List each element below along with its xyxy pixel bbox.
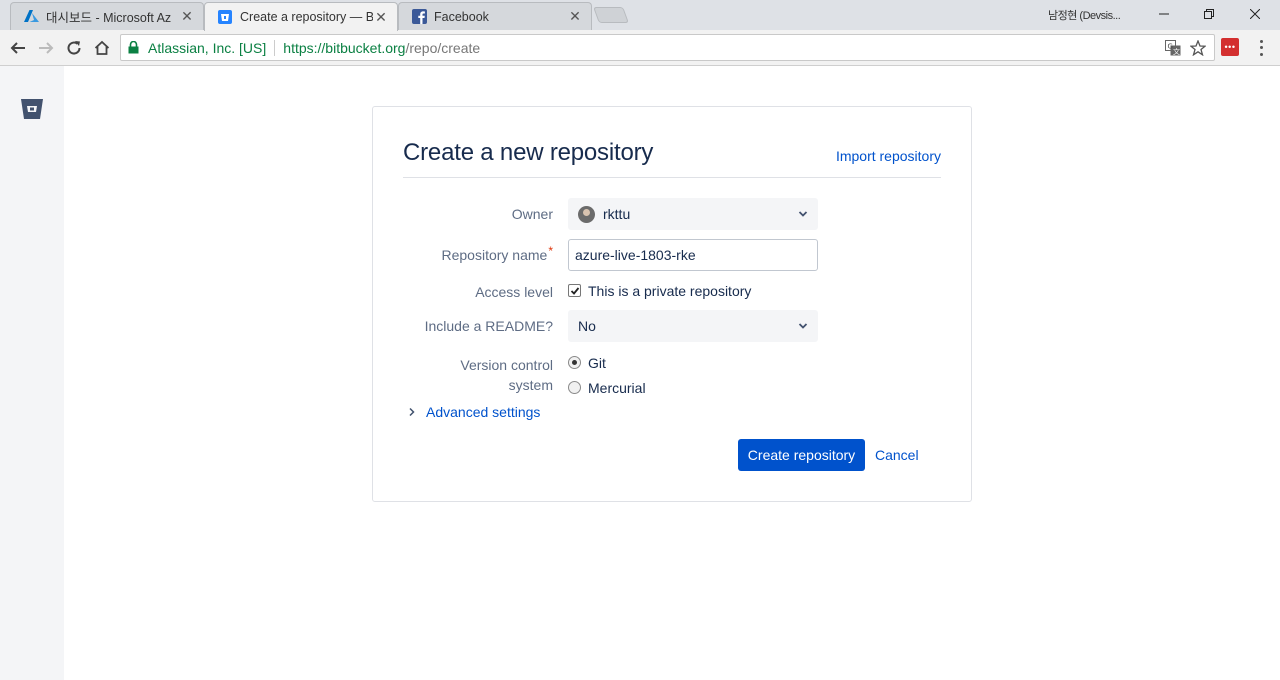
title-divider bbox=[403, 177, 941, 178]
vcs-radio-git[interactable] bbox=[568, 356, 581, 369]
bookmark-star-icon[interactable] bbox=[1189, 39, 1207, 57]
repository-name-label: Repository name* bbox=[441, 244, 554, 263]
version-control-label-line1: Version control bbox=[460, 357, 553, 373]
create-repository-button[interactable]: Create repository bbox=[738, 439, 865, 471]
import-repository-link[interactable]: Import repository bbox=[836, 148, 941, 164]
chevron-down-icon bbox=[798, 211, 808, 217]
tab-azure-dashboard[interactable]: 대시보드 - Microsoft Az ✕ bbox=[10, 2, 204, 30]
home-icon[interactable] bbox=[91, 37, 113, 59]
tab-facebook[interactable]: Facebook ✕ bbox=[398, 2, 592, 30]
svg-text:文: 文 bbox=[1173, 47, 1180, 56]
owner-select[interactable]: rkttu bbox=[568, 198, 818, 230]
browser-menu-icon[interactable] bbox=[1256, 38, 1266, 58]
browser-tab-strip: 대시보드 - Microsoft Az ✕ Create a repositor… bbox=[0, 0, 1280, 31]
extension-icon[interactable]: ••• bbox=[1221, 38, 1239, 56]
bitbucket-logo-icon[interactable] bbox=[20, 98, 44, 120]
chevron-right-icon bbox=[409, 407, 415, 417]
avatar bbox=[578, 205, 595, 223]
access-level-label: Access level bbox=[475, 284, 553, 300]
lock-icon bbox=[128, 41, 140, 55]
address-separator bbox=[274, 39, 276, 56]
chevron-down-icon bbox=[798, 323, 808, 329]
required-marker: * bbox=[548, 244, 553, 258]
create-repository-card: Create a new repository Import repositor… bbox=[372, 106, 972, 502]
owner-label: Owner bbox=[511, 206, 553, 222]
advanced-settings-toggle[interactable]: Advanced settings bbox=[407, 404, 540, 420]
advanced-settings-label: Advanced settings bbox=[426, 404, 541, 420]
url-host: https://bitbucket.org bbox=[283, 39, 406, 56]
close-icon[interactable]: ✕ bbox=[373, 9, 389, 25]
browser-toolbar: Atlassian, Inc. [US] https://bitbucket.o… bbox=[0, 30, 1280, 66]
owner-value: rkttu bbox=[603, 206, 631, 222]
site-identity[interactable]: Atlassian, Inc. [US] bbox=[148, 40, 266, 56]
forward-arrow-icon[interactable] bbox=[35, 37, 57, 59]
close-icon[interactable]: ✕ bbox=[567, 8, 583, 25]
private-repository-checkbox[interactable] bbox=[568, 284, 581, 297]
tab-title: Create a repository — B bbox=[240, 10, 373, 24]
include-readme-label: Include a README? bbox=[424, 318, 553, 334]
readme-value: No bbox=[578, 318, 596, 334]
minimize-icon[interactable] bbox=[1141, 0, 1187, 28]
close-icon[interactable]: ✕ bbox=[179, 8, 195, 25]
tab-create-repository[interactable]: Create a repository — B ✕ bbox=[204, 2, 398, 31]
tab-title: Facebook bbox=[434, 9, 489, 24]
repository-name-label-text: Repository name bbox=[441, 247, 548, 263]
reload-icon[interactable] bbox=[63, 37, 85, 59]
address-bar[interactable]: Atlassian, Inc. [US] https://bitbucket.o… bbox=[120, 34, 1215, 61]
facebook-icon bbox=[411, 9, 427, 25]
private-repository-label[interactable]: This is a private repository bbox=[588, 283, 751, 299]
back-arrow-icon[interactable] bbox=[7, 37, 29, 59]
vcs-radio-mercurial[interactable] bbox=[568, 381, 581, 394]
restore-icon[interactable] bbox=[1186, 0, 1232, 28]
repository-name-input[interactable] bbox=[568, 239, 818, 271]
cancel-button[interactable]: Cancel bbox=[875, 447, 919, 463]
checkmark-icon bbox=[570, 286, 579, 295]
version-control-label: Version control system bbox=[460, 355, 553, 395]
global-sidebar bbox=[0, 66, 64, 680]
url-path: /repo/create bbox=[405, 39, 481, 56]
new-tab-button[interactable] bbox=[593, 7, 629, 23]
vcs-label-git[interactable]: Git bbox=[588, 355, 606, 371]
vcs-label-mercurial[interactable]: Mercurial bbox=[588, 380, 646, 396]
page-title: Create a new repository bbox=[403, 139, 654, 166]
profile-name[interactable]: 남정현 (Devsis... bbox=[1048, 7, 1121, 23]
window-close-icon[interactable] bbox=[1232, 0, 1278, 28]
bitbucket-icon bbox=[217, 9, 233, 25]
translate-icon[interactable]: G文 bbox=[1164, 39, 1182, 57]
include-readme-select[interactable]: No bbox=[568, 310, 818, 342]
version-control-label-line2: system bbox=[508, 377, 553, 393]
azure-icon bbox=[23, 9, 39, 25]
tab-title: 대시보드 - Microsoft Az bbox=[46, 11, 172, 25]
